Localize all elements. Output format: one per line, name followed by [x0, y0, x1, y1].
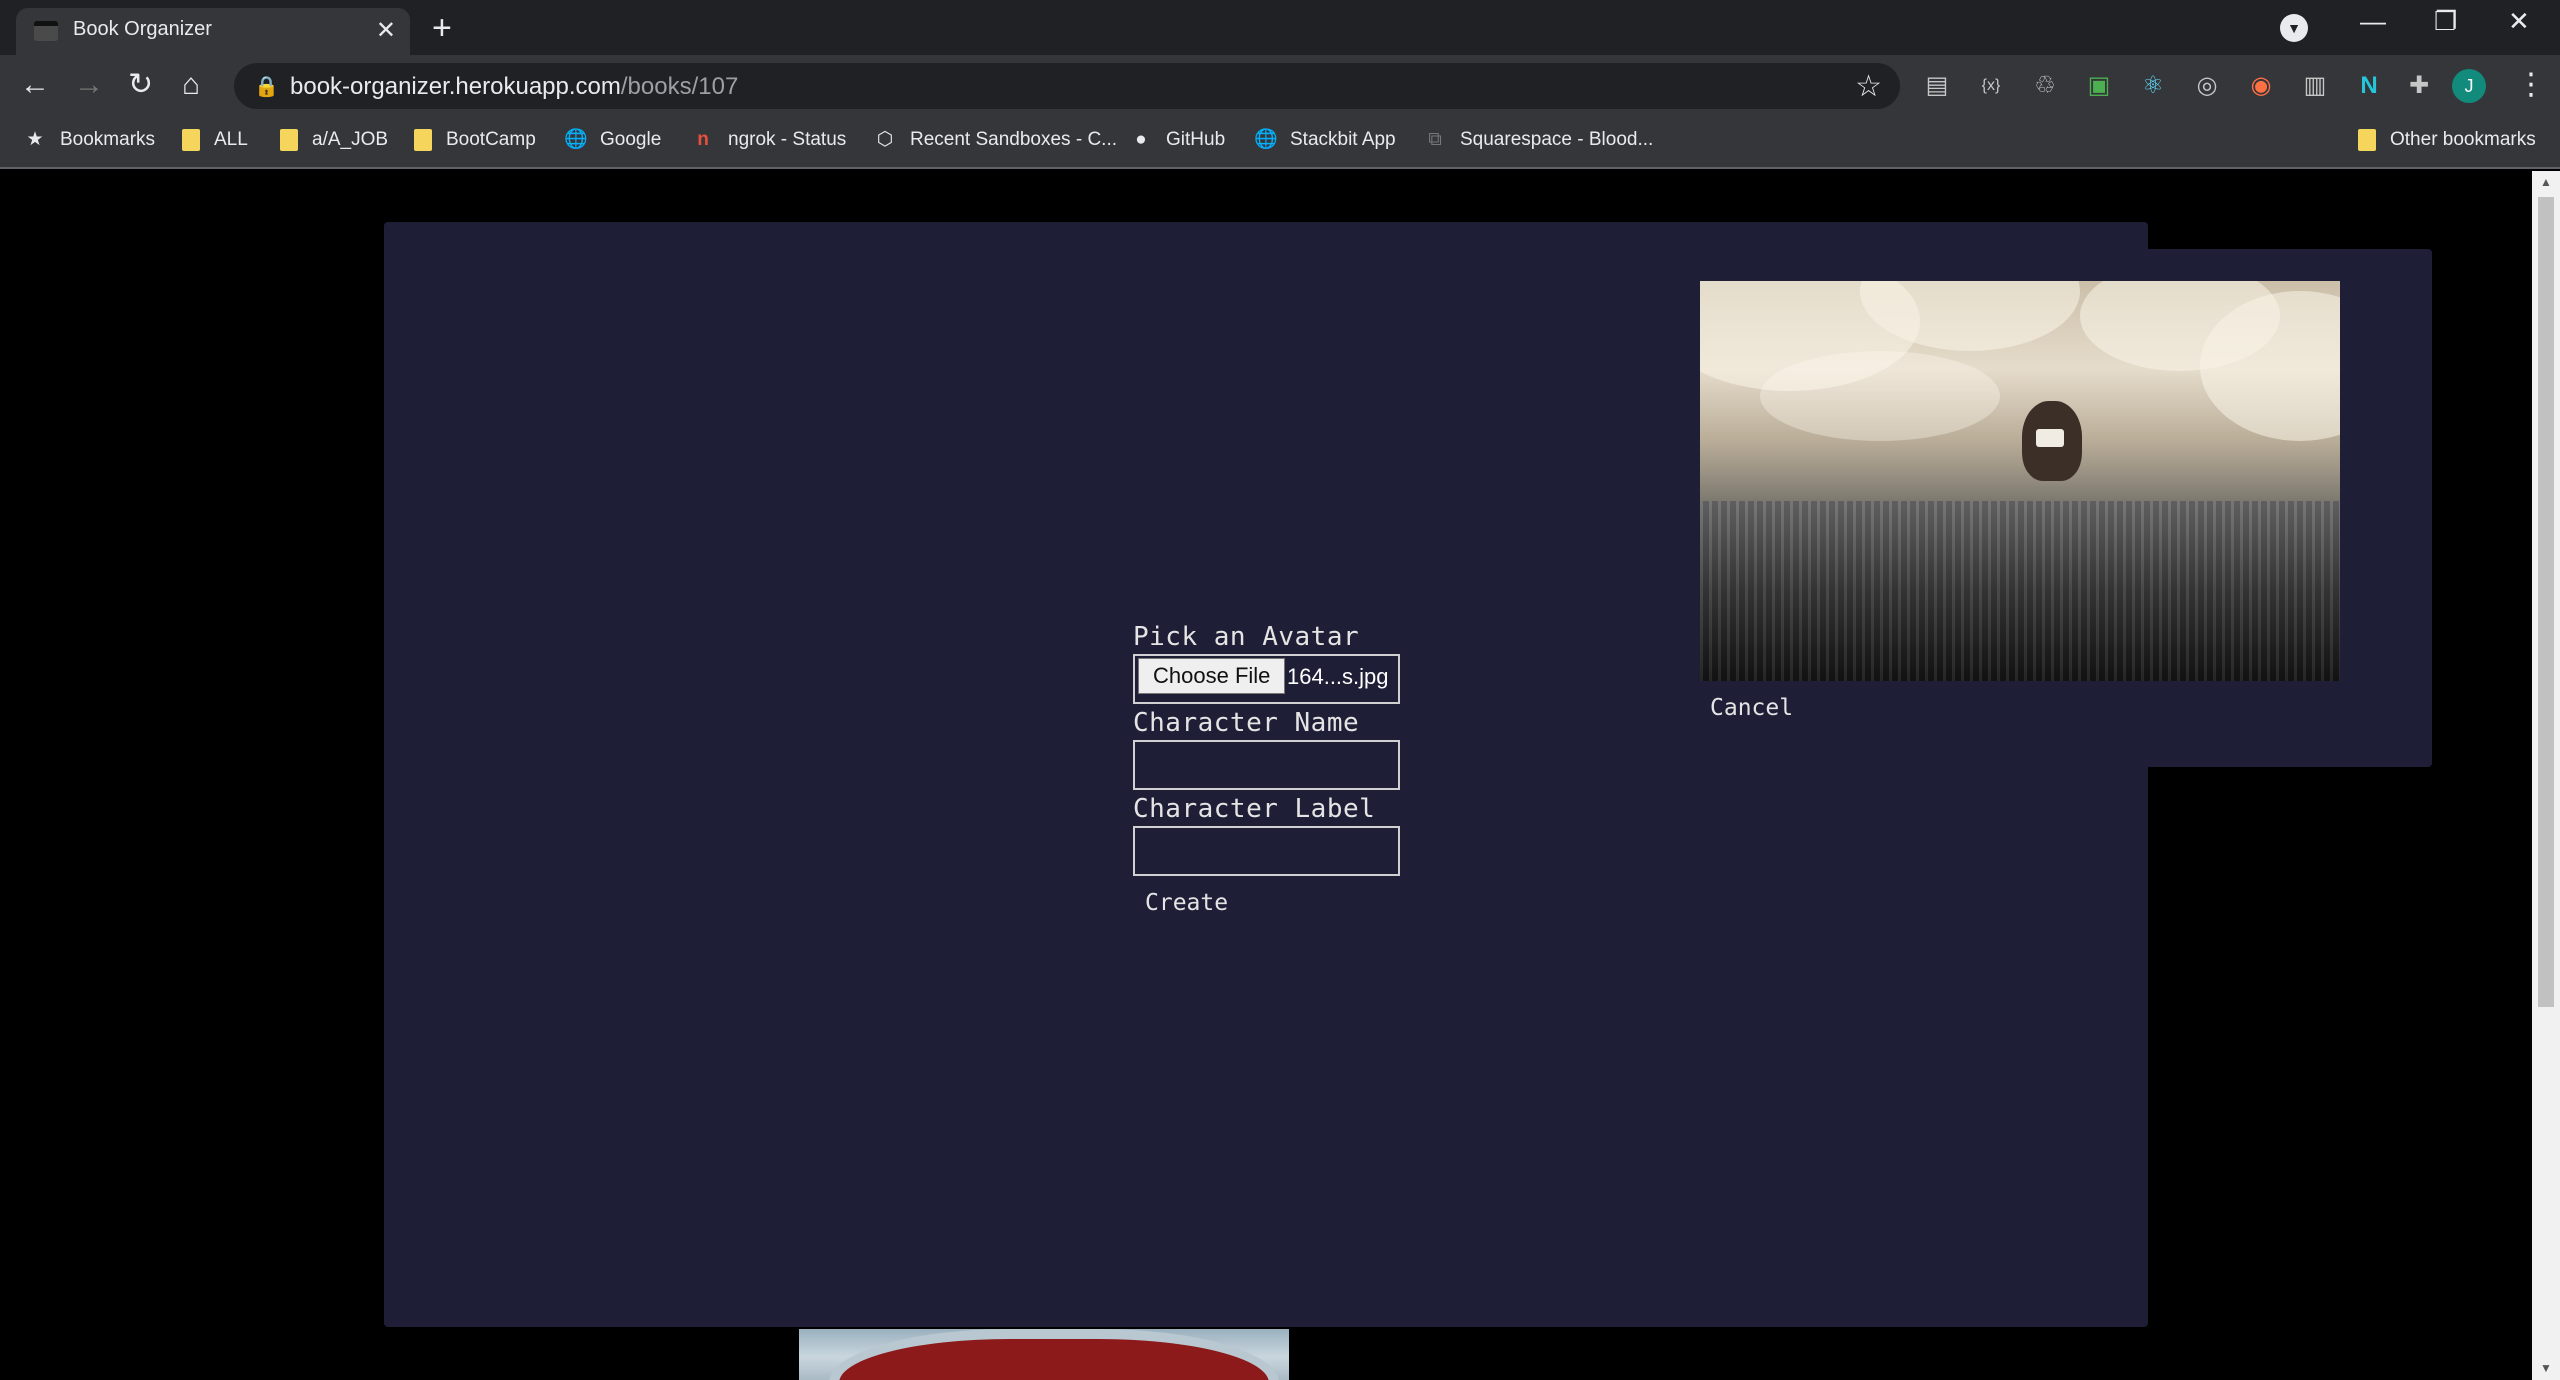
close-tab-icon[interactable]: ✕ [376, 16, 396, 45]
home-icon[interactable]: ⌂ [182, 67, 200, 103]
profile-avatar[interactable]: J [2452, 69, 2486, 103]
tab-search-icon[interactable]: ▼ [2280, 14, 2308, 42]
bookmark-github[interactable]: ● GitHub [1130, 129, 1225, 151]
squarespace-icon: ⧉ [1428, 129, 1442, 150]
browser-tab-strip: Book Organizer ✕ + ▼ — ❐ ✕ [0, 0, 2560, 55]
folder-icon [2358, 129, 2376, 151]
forward-icon[interactable]: → [74, 67, 104, 103]
tab-title: Book Organizer [73, 18, 212, 40]
extension-printer-icon[interactable]: ▤ [1922, 71, 1952, 101]
browser-tab[interactable]: Book Organizer ✕ [16, 8, 410, 55]
create-character-form: Pick an Avatar Choose File 164...s.jpg C… [1133, 622, 1433, 916]
bookmark-star-icon[interactable]: ☆ [1855, 69, 1882, 104]
choose-file-button[interactable]: Choose File [1138, 658, 1286, 694]
extension-bracket-icon[interactable]: {x} [1976, 71, 2006, 101]
character-label-input[interactable] [1133, 826, 1400, 876]
avatar-label: Pick an Avatar [1133, 622, 1360, 652]
folder-icon [280, 129, 298, 151]
bookmark-aa-job[interactable]: a/A_JOB [280, 129, 388, 151]
bookmark-stackbit[interactable]: 🌐 Stackbit App [1254, 129, 1396, 151]
extension-recycle-icon[interactable]: ♲ [2030, 71, 2060, 101]
create-button[interactable]: Create [1145, 890, 1228, 916]
bookmark-google[interactable]: 🌐 Google [564, 129, 661, 151]
scroll-up-icon[interactable]: ▲ [2540, 175, 2552, 189]
address-bar[interactable]: 🔒 book-organizer.herokuapp.com/books/107… [234, 63, 1900, 109]
extension-target-icon[interactable]: ◎ [2192, 71, 2222, 101]
codesandbox-icon: ⬡ [876, 129, 894, 150]
cancel-button[interactable]: Cancel [1710, 695, 1793, 721]
url-text[interactable]: book-organizer.herokuapp.com/books/107 [290, 73, 738, 101]
reload-icon[interactable]: ↻ [128, 67, 153, 103]
globe-icon: 🌐 [564, 129, 588, 150]
folder-icon [182, 129, 200, 151]
bookmark-ngrok[interactable]: n ngrok - Status [692, 129, 846, 151]
globe-icon: 🌐 [1254, 129, 1278, 150]
city-skyline [1700, 501, 2340, 681]
star-icon: ★ [26, 129, 44, 150]
bookmark-codesandbox[interactable]: ⬡ Recent Sandboxes - C... [874, 129, 1117, 151]
bookmark-other[interactable]: Other bookmarks [2358, 129, 2536, 151]
avatar-file-input[interactable]: Choose File 164...s.jpg [1133, 654, 1400, 704]
extension-n-icon[interactable]: N [2354, 71, 2384, 101]
back-icon[interactable]: ← [20, 67, 50, 103]
page-viewport: Pick an Avatar Choose File 164...s.jpg C… [0, 171, 2532, 1380]
restore-icon[interactable]: ❐ [2434, 6, 2457, 37]
extension-barcode-icon[interactable]: ▥ [2300, 71, 2330, 101]
bookmark-squarespace[interactable]: ⧉ Squarespace - Blood... [1424, 129, 1653, 151]
bookmark-bootcamp[interactable]: BootCamp [414, 129, 536, 151]
minimize-icon[interactable]: — [2360, 6, 2386, 37]
bookmarks-bar: ★ Bookmarks ALL a/A_JOB BootCamp 🌐 Google … [0, 117, 2560, 169]
avatar-preview-image [1700, 281, 2340, 681]
scrollbar-thumb[interactable] [2538, 197, 2554, 1007]
bookmark-all[interactable]: ALL [182, 129, 248, 151]
browser-toolbar: ← → ↻ ⌂ 🔒 book-organizer.herokuapp.com/b… [0, 55, 2560, 117]
extension-capture-icon[interactable]: ▣ [2084, 71, 2114, 101]
ngrok-icon: n [697, 129, 709, 150]
selected-file-name: 164...s.jpg [1287, 664, 1389, 689]
book-favicon-icon [34, 21, 58, 41]
extension-ball-icon[interactable]: ◉ [2246, 71, 2276, 101]
extensions-puzzle-icon[interactable]: ✚ [2404, 71, 2434, 101]
character-label-label: Character Label [1133, 794, 1376, 824]
page-scrollbar[interactable]: ▲ ▼ [2532, 171, 2560, 1380]
lock-icon[interactable]: 🔒 [254, 74, 279, 99]
monster-figure [2022, 401, 2082, 481]
bookmark-bookmarks[interactable]: ★ Bookmarks [24, 129, 155, 151]
new-tab-icon[interactable]: + [432, 8, 452, 48]
character-name-input[interactable] [1133, 740, 1400, 790]
github-icon: ● [1135, 129, 1147, 150]
character-name-label: Character Name [1133, 708, 1360, 738]
close-window-icon[interactable]: ✕ [2508, 6, 2530, 37]
menu-kebab-icon[interactable]: ⋮ [2516, 67, 2546, 103]
react-devtools-icon[interactable]: ⚛ [2138, 71, 2168, 101]
background-book-cover-image [799, 1329, 1289, 1380]
avatar-preview-panel: Cancel [1676, 249, 2432, 767]
scroll-down-icon[interactable]: ▼ [2540, 1361, 2552, 1375]
folder-icon [414, 129, 432, 151]
